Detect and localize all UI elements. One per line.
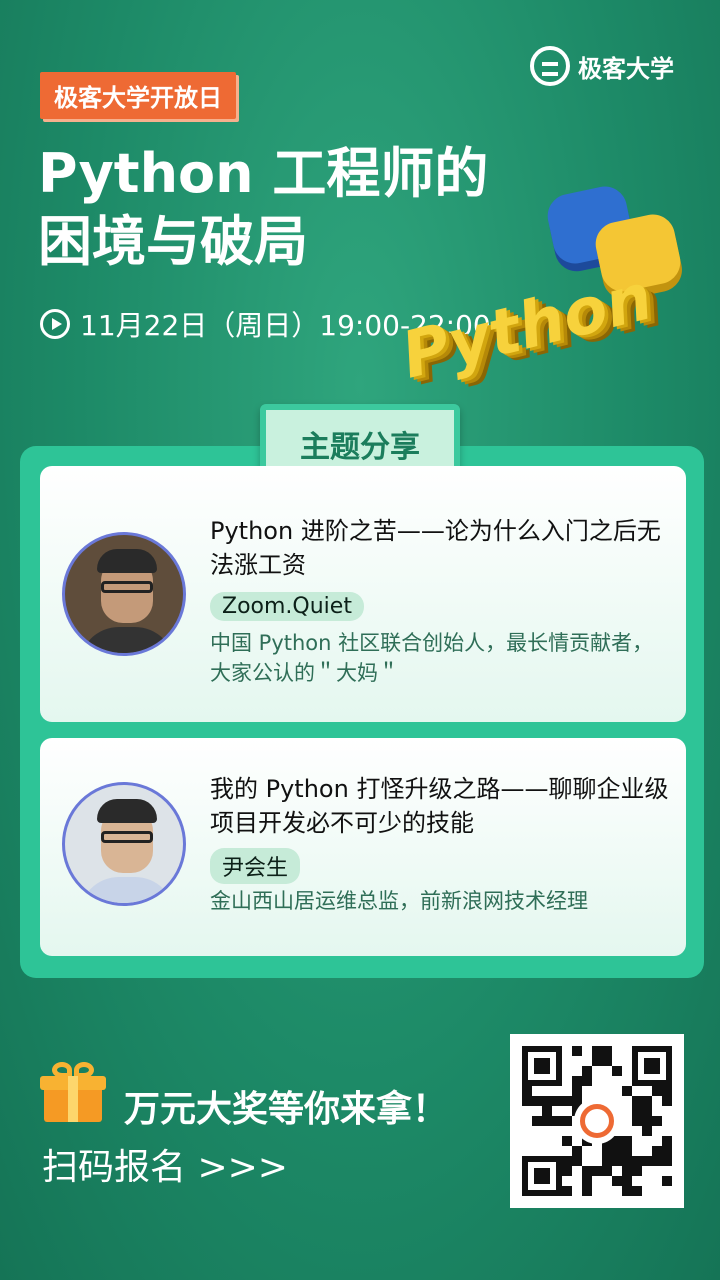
speaker-bio: 金山西山居运维总监，前新浪网技术经理: [210, 889, 588, 913]
prize-text: 万元大奖等你来拿！: [124, 1089, 449, 1130]
speaker-avatar: [62, 782, 186, 906]
brand-logo: 极客大学: [530, 46, 674, 86]
clock-icon: [40, 309, 70, 339]
qr-finder-pattern: [522, 1046, 562, 1086]
qr-code[interactable]: [510, 1034, 684, 1208]
qr-finder-pattern: [632, 1046, 672, 1086]
register-cta[interactable]: 扫码报名 >>>: [42, 1138, 288, 1190]
talk-title: 我的 Python 打怪升级之路——聊聊企业级项目开发必不可少的技能: [210, 775, 669, 837]
speaker-name-badge: Zoom.Quiet: [210, 592, 364, 621]
talk-title: Python 进阶之苦——论为什么入门之后无法涨工资: [210, 517, 661, 579]
gift-icon: [40, 1062, 106, 1122]
talk-card[interactable]: Python 进阶之苦——论为什么入门之后无法涨工资 Zoom.Quiet 中国…: [40, 466, 686, 722]
logo-text: 极客大学: [578, 54, 674, 83]
python-3d-word: Python: [394, 260, 660, 394]
logo-icon: [530, 46, 570, 86]
speaker-bio: 中国 Python 社区联合创始人，最长情贡献者，大家公认的＂大妈＂: [210, 631, 654, 685]
speaker-avatar: [62, 532, 186, 656]
qr-pattern: [522, 1046, 672, 1196]
talk-card[interactable]: 我的 Python 打怪升级之路——聊聊企业级项目开发必不可少的技能 尹会生 金…: [40, 738, 686, 956]
qr-finder-pattern: [522, 1156, 562, 1196]
python-illustration: Python: [380, 180, 720, 440]
speaker-name-badge: 尹会生: [210, 848, 301, 884]
event-tag: 极客大学开放日: [40, 72, 236, 119]
qr-center-logo-icon: [574, 1098, 620, 1144]
